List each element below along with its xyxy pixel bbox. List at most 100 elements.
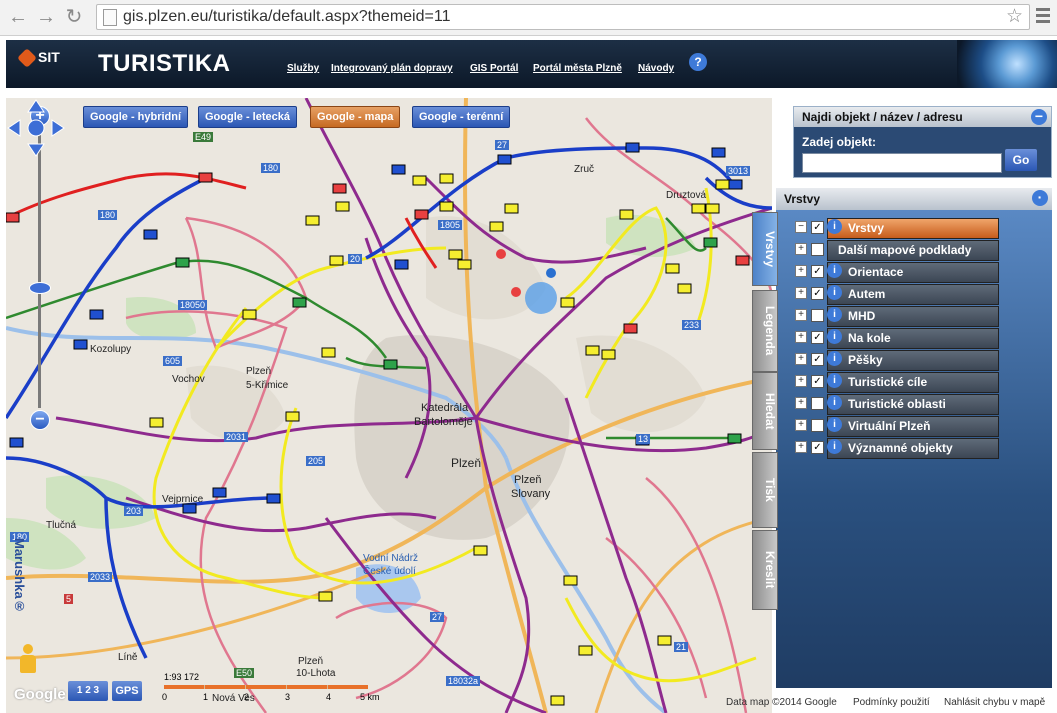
layer-row[interactable]: + ✓ Autem i — [795, 284, 999, 305]
go-button[interactable]: Go — [1005, 149, 1037, 171]
address-bar[interactable]: gis.plzen.eu/turistika/default.aspx?them… — [96, 4, 1030, 30]
layer-expand-icon[interactable]: + — [795, 419, 807, 431]
layer-label[interactable]: Významné objekty — [827, 438, 999, 459]
road-label: 1805 — [438, 220, 463, 230]
back-icon[interactable]: ← — [6, 5, 30, 29]
layer-label[interactable]: Na kole — [827, 328, 999, 349]
layer-label[interactable]: Pěšky — [827, 350, 999, 371]
maptype-terrain-button[interactable]: Google - terénní — [412, 106, 511, 128]
layer-row[interactable]: + Virtuální Plzeň i — [795, 416, 999, 437]
layer-info-icon[interactable]: i — [827, 307, 842, 322]
google-logo: Google — [14, 686, 66, 703]
layer-info-icon[interactable]: i — [827, 373, 842, 388]
tab-kreslit[interactable]: Kreslit — [752, 530, 778, 610]
layer-info-icon[interactable]: i — [827, 329, 842, 344]
place-label: Kozolupy — [90, 344, 132, 355]
browser-toolbar: ← → ↻ gis.plzen.eu/turistika/default.asp… — [0, 0, 1057, 36]
layer-checkbox[interactable] — [811, 419, 824, 432]
bookmark-star-icon[interactable]: ☆ — [1006, 5, 1023, 28]
layer-checkbox[interactable]: ✓ — [811, 221, 824, 234]
layer-expand-icon[interactable]: + — [795, 375, 807, 387]
layer-label-text: Pěšky — [848, 353, 883, 367]
map-canvas[interactable]: Google - hybridní Google - letecká Googl… — [6, 98, 772, 713]
layer-root[interactable]: − ✓ Vrstvy i — [795, 218, 999, 239]
reload-icon[interactable]: ↻ — [62, 5, 86, 29]
layer-row[interactable]: + ✓ Významné objekty i — [795, 438, 999, 459]
link-sluzby[interactable]: Služby — [287, 63, 319, 74]
layer-info-icon[interactable]: i — [827, 439, 842, 454]
zoom-slider-thumb[interactable] — [29, 282, 51, 294]
layer-expand-icon[interactable]: + — [795, 287, 807, 299]
find-panel-collapse-icon[interactable]: − — [1031, 109, 1047, 125]
layer-label[interactable]: Virtuální Plzeň — [827, 416, 999, 437]
zoom-slider-track[interactable] — [38, 128, 41, 408]
layer-row[interactable]: + ✓ Turistické cíle i — [795, 372, 999, 393]
layer-info-icon[interactable]: i — [827, 219, 842, 234]
page-buttons[interactable]: 1 2 3 — [68, 681, 108, 701]
pegman-icon[interactable] — [20, 644, 36, 674]
tab-vrstvy[interactable]: Vrstvy — [752, 212, 778, 286]
maptype-hybrid-button[interactable]: Google - hybridní — [83, 106, 189, 128]
layer-checkbox[interactable]: ✓ — [811, 353, 824, 366]
layer-label[interactable]: Autem — [827, 284, 999, 305]
url-text[interactable]: gis.plzen.eu/turistika/default.aspx?them… — [123, 8, 450, 26]
layer-label[interactable]: Další mapové podklady — [827, 240, 999, 261]
layer-row[interactable]: + MHD i — [795, 306, 999, 327]
layer-checkbox[interactable]: ✓ — [811, 331, 824, 344]
gps-button[interactable]: GPS — [112, 681, 142, 701]
tab-tisk[interactable]: Tisk — [752, 452, 778, 528]
layer-label-root[interactable]: Vrstvy — [827, 218, 999, 239]
layer-label-text: Orientace — [848, 265, 904, 279]
layer-label-text: Vrstvy — [848, 221, 885, 235]
layer-expand-icon[interactable]: + — [795, 397, 807, 409]
layer-row[interactable]: + Turistické oblasti i — [795, 394, 999, 415]
layer-label[interactable]: Turistické oblasti — [827, 394, 999, 415]
maptype-satellite-button[interactable]: Google - letecká — [198, 106, 297, 128]
layer-info-icon[interactable]: i — [827, 351, 842, 366]
layer-row[interactable]: + ✓ Orientace i — [795, 262, 999, 283]
layer-checkbox[interactable] — [811, 309, 824, 322]
browser-menu-icon[interactable] — [1036, 8, 1050, 26]
layer-label[interactable]: Turistické cíle — [827, 372, 999, 393]
layer-info-icon[interactable]: i — [827, 417, 842, 432]
layer-expand-icon[interactable]: + — [795, 265, 807, 277]
link-gis-portal[interactable]: GIS Portál — [470, 63, 518, 74]
help-icon[interactable]: ? — [689, 53, 707, 71]
link-integrovany-plan-dopravy[interactable]: Integrovaný plán dopravy — [331, 63, 453, 74]
report-error-link[interactable]: Nahlásit chybu v mapě — [944, 697, 1045, 708]
layer-row[interactable]: + ✓ Pěšky i — [795, 350, 999, 371]
layer-checkbox[interactable]: ✓ — [811, 441, 824, 454]
pan-control[interactable] — [6, 98, 66, 158]
tab-hledat[interactable]: Hledat — [752, 372, 778, 450]
terms-link[interactable]: Podmínky použití — [853, 697, 930, 708]
layer-row[interactable]: + Další mapové podklady — [795, 240, 999, 261]
layer-expand-icon[interactable]: − — [795, 221, 807, 233]
forward-icon[interactable]: → — [34, 5, 58, 29]
zoom-out-button[interactable]: − — [30, 410, 50, 430]
maptype-map-button[interactable]: Google - mapa — [310, 106, 401, 128]
sit-logo[interactable]: SIT — [17, 48, 60, 69]
find-input[interactable] — [802, 153, 1002, 173]
layer-expand-icon[interactable]: + — [795, 331, 807, 343]
layer-expand-icon[interactable]: + — [795, 353, 807, 365]
layer-expand-icon[interactable]: + — [795, 441, 807, 453]
link-navody[interactable]: Návody — [638, 63, 674, 74]
layer-checkbox[interactable] — [811, 397, 824, 410]
layer-checkbox[interactable]: ✓ — [811, 265, 824, 278]
layer-checkbox[interactable]: ✓ — [811, 287, 824, 300]
layer-info-icon[interactable]: i — [827, 395, 842, 410]
layer-label[interactable]: MHD — [827, 306, 999, 327]
layers-panel-toggle-icon[interactable]: · — [1032, 190, 1048, 206]
layer-expand-icon[interactable]: + — [795, 243, 807, 255]
layer-label[interactable]: Orientace — [827, 262, 999, 283]
road-label: 605 — [163, 356, 183, 366]
layer-info-icon[interactable]: i — [827, 285, 842, 300]
layer-checkbox[interactable]: ✓ — [811, 375, 824, 388]
layer-row[interactable]: + ✓ Na kole i — [795, 328, 999, 349]
layer-info-icon[interactable]: i — [827, 263, 842, 278]
layer-expand-icon[interactable]: + — [795, 309, 807, 321]
tab-legenda[interactable]: Legenda — [752, 290, 778, 372]
link-portal-mesta-plzne[interactable]: Portál města Plzně — [533, 63, 622, 74]
road-label: 3013 — [726, 166, 751, 176]
layer-checkbox[interactable] — [811, 243, 824, 256]
